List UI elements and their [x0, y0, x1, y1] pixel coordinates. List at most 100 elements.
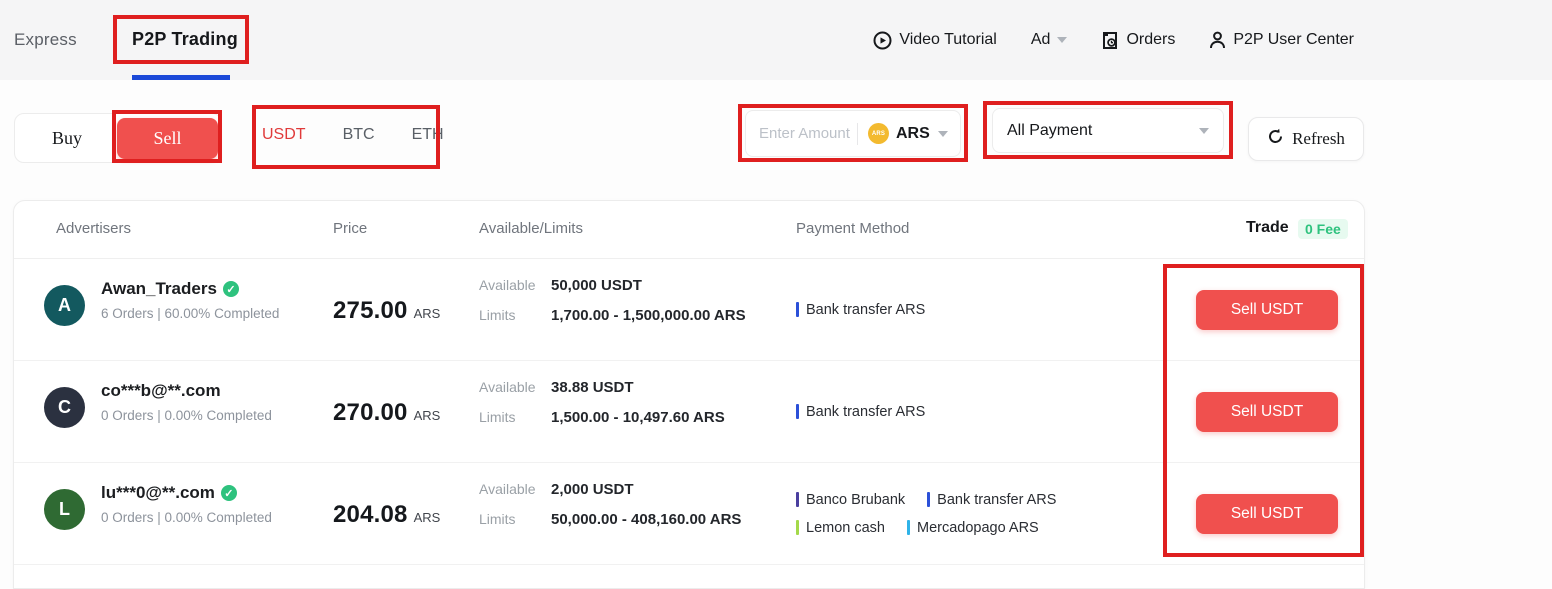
orders-label: Orders — [1126, 31, 1175, 49]
table-row: C co***b@**.com ✓ 0 Orders | 0.00% Compl… — [14, 361, 1364, 463]
payment-method-label: Bank transfer ARS — [806, 302, 925, 318]
coin-tabs: USDT BTC ETH — [262, 126, 444, 144]
advertiser-stats: 0 Orders | 0.00% Completed — [101, 510, 272, 525]
orders-icon — [1101, 31, 1119, 50]
limits-value: 1,500.00 - 10,497.60 ARS — [551, 409, 725, 426]
advertiser-name-text: co***b@**.com — [101, 381, 221, 401]
advertiser-stats: 0 Orders | 0.00% Completed — [101, 408, 272, 423]
available-value: 2,000 USDT — [551, 481, 634, 498]
payment-methods: Bank transfer ARS — [796, 259, 925, 360]
p2p-trading-page: Express P2P Trading Video Tutorial Ad Or… — [0, 0, 1552, 589]
advertiser-name[interactable]: co***b@**.com ✓ — [101, 381, 221, 401]
refresh-icon — [1267, 128, 1284, 150]
payment-method-chip: Banco Brubank — [796, 492, 905, 508]
zero-fee-badge: 0 Fee — [1298, 219, 1348, 239]
advertiser-name[interactable]: Awan_Traders ✓ — [101, 279, 239, 299]
ad-label: Ad — [1031, 31, 1051, 49]
top-links: Video Tutorial Ad Orders P2P User Center — [873, 0, 1354, 80]
payment-method-chip: Bank transfer ARS — [927, 492, 1056, 508]
sell-usdt-button[interactable]: Sell USDT — [1196, 290, 1338, 330]
limits-label: Limits — [479, 409, 516, 425]
ars-coin-icon: ARS — [868, 123, 889, 144]
price-value: 204.08 — [333, 501, 408, 529]
payment-color-bar — [907, 520, 910, 535]
sell-usdt-button[interactable]: Sell USDT — [1196, 392, 1338, 432]
price: 204.08 ARS — [333, 501, 440, 529]
avatar[interactable]: A — [44, 285, 85, 326]
avatar[interactable]: L — [44, 489, 85, 530]
video-tutorial-link[interactable]: Video Tutorial — [873, 31, 997, 50]
payment-method-chip: Bank transfer ARS — [796, 302, 925, 318]
ad-dropdown[interactable]: Ad — [1031, 31, 1068, 49]
payment-color-bar — [796, 492, 799, 507]
video-tutorial-label: Video Tutorial — [899, 31, 997, 49]
limits-value: 50,000.00 - 408,160.00 ARS — [551, 511, 741, 528]
tab-p2p-trading[interactable]: P2P Trading — [132, 29, 238, 50]
advertiser-stats: 6 Orders | 60.00% Completed — [101, 306, 279, 321]
payment-method-label: Lemon cash — [806, 520, 885, 536]
limits-value: 1,700.00 - 1,500,000.00 ARS — [551, 307, 746, 324]
table-header-row: Advertisers Price Available/Limits Payme… — [14, 201, 1364, 259]
payment-method-label: Mercadopago ARS — [917, 520, 1039, 536]
payment-method-label: Bank transfer ARS — [806, 404, 925, 420]
payment-method-chip: Mercadopago ARS — [907, 520, 1039, 536]
sell-usdt-button[interactable]: Sell USDT — [1196, 494, 1338, 534]
available-label: Available — [479, 277, 536, 293]
refresh-button[interactable]: Refresh — [1248, 117, 1364, 161]
table-row: L lu***0@**.com ✓ 0 Orders | 0.00% Compl… — [14, 463, 1364, 565]
price: 275.00 ARS — [333, 297, 440, 325]
col-header-trade: Trade — [1246, 219, 1289, 237]
coin-tab-btc[interactable]: BTC — [343, 126, 375, 144]
active-tab-underline — [132, 75, 230, 80]
offers-table: Advertisers Price Available/Limits Payme… — [13, 200, 1365, 589]
chevron-down-icon[interactable] — [938, 131, 948, 137]
price-currency: ARS — [414, 306, 441, 321]
refresh-label: Refresh — [1292, 129, 1345, 149]
verified-badge-icon: ✓ — [223, 281, 239, 297]
payment-method-label: Banco Brubank — [806, 492, 905, 508]
col-header-advertisers: Advertisers — [56, 220, 131, 237]
payment-color-bar — [927, 492, 930, 507]
payment-filter-dropdown[interactable]: All Payment — [992, 108, 1224, 153]
divider — [857, 123, 858, 145]
verified-badge-icon: ✓ — [221, 485, 237, 501]
coin-tab-usdt[interactable]: USDT — [262, 126, 306, 144]
payment-color-bar — [796, 302, 799, 317]
col-header-available-limits: Available/Limits — [479, 220, 583, 237]
col-header-payment-method: Payment Method — [796, 220, 909, 237]
payment-method-label: Bank transfer ARS — [937, 492, 1056, 508]
orders-link[interactable]: Orders — [1101, 31, 1175, 50]
advertiser-name[interactable]: lu***0@**.com ✓ — [101, 483, 237, 503]
advertiser-name-text: lu***0@**.com — [101, 483, 215, 503]
coin-tab-eth[interactable]: ETH — [412, 126, 444, 144]
payment-method-chip: Bank transfer ARS — [796, 404, 925, 420]
price-value: 270.00 — [333, 399, 408, 427]
payment-color-bar — [796, 520, 799, 535]
sell-tab[interactable]: Sell — [117, 118, 218, 159]
user-icon — [1209, 31, 1226, 49]
price-currency: ARS — [414, 510, 441, 525]
limits-label: Limits — [479, 511, 516, 527]
price-value: 275.00 — [333, 297, 408, 325]
fiat-currency-value[interactable]: ARS — [896, 125, 930, 143]
tab-express[interactable]: Express — [14, 30, 77, 50]
available-value: 50,000 USDT — [551, 277, 642, 294]
price-currency: ARS — [414, 408, 441, 423]
limits-label: Limits — [479, 307, 516, 323]
buy-tab[interactable]: Buy — [15, 114, 119, 162]
advertiser-name-text: Awan_Traders — [101, 279, 217, 299]
payment-methods: Banco Brubank Bank transfer ARS Lemon ca… — [796, 463, 1056, 564]
play-circle-icon — [873, 31, 892, 50]
avatar[interactable]: C — [44, 387, 85, 428]
chevron-down-icon — [1057, 37, 1067, 43]
table-row: A Awan_Traders ✓ 6 Orders | 60.00% Compl… — [14, 259, 1364, 361]
available-label: Available — [479, 481, 536, 497]
payment-color-bar — [796, 404, 799, 419]
payment-methods: Bank transfer ARS — [796, 361, 925, 462]
p2p-user-center-link[interactable]: P2P User Center — [1209, 31, 1354, 49]
payment-filter-value: All Payment — [1007, 122, 1092, 140]
available-label: Available — [479, 379, 536, 395]
top-navigation-bar: Express P2P Trading Video Tutorial Ad Or… — [0, 0, 1552, 80]
available-value: 38.88 USDT — [551, 379, 634, 396]
amount-input[interactable] — [759, 125, 855, 142]
